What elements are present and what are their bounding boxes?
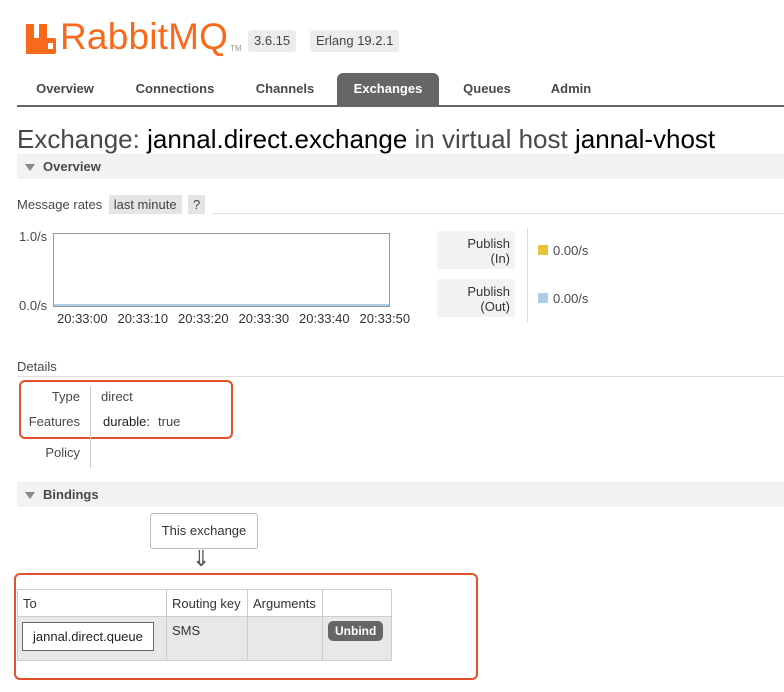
legend-publish-out-button[interactable]: Publish (Out) [437,279,515,317]
divider [213,213,784,214]
overview-section-label: Overview [43,159,101,174]
chart-xtick-label: 20:33:50 [359,311,411,326]
detail-type-value: direct [101,389,133,404]
logo-wordmark: RabbitMQ [60,16,229,57]
tab-connections[interactable]: Connections [121,73,229,105]
legend-swatch-out [538,293,548,303]
column-header-actions [322,589,392,617]
bindings-section-header[interactable]: Bindings [17,482,784,507]
detail-features-label: Features [28,414,80,429]
tab-overview[interactable]: Overview [17,73,113,105]
logo-trademark: TM [230,44,242,53]
detail-features-value: true [158,414,181,429]
queue-link[interactable]: jannal.direct.queue [22,622,154,651]
unbind-button[interactable]: Unbind [328,621,384,641]
routing-key-cell: SMS [166,616,248,661]
chart-ytick-top: 1.0/s [19,229,48,244]
rate-range-selector[interactable]: last minute [108,195,182,214]
details-column-divider [90,386,91,468]
tab-admin[interactable]: Admin [535,73,607,105]
legend-publish-in-line1: Publish [467,236,510,251]
title-prefix: Exchange: [17,124,140,154]
chart-xtick-label: 20:33:40 [299,311,350,326]
down-arrow-icon: ⇓ [192,546,211,571]
chart-xtick-label: 20:33:30 [238,311,290,326]
binding-destination-cell: jannal.direct.queue [17,616,167,661]
chart-xtick-label: 20:33:00 [57,311,108,326]
erlang-version-badge: Erlang 19.2.1 [310,30,400,52]
detail-features-key: durable: [103,414,150,429]
rabbitmq-logo[interactable]: RabbitMQ TM [26,14,242,57]
legend-value-in: 0.00/s [553,243,589,258]
actions-cell: Unbind [322,616,392,661]
divider [17,376,784,377]
bindings-section-label: Bindings [43,487,99,502]
title-middle: in virtual host [414,124,568,154]
table-header-row: To Routing key Arguments [17,589,392,617]
chart-xtick-label: 20:33:10 [117,311,169,326]
collapse-triangle-icon [25,164,35,172]
main-nav: Overview Connections Channels Exchanges … [17,73,784,107]
legend-value-out: 0.00/s [553,291,589,306]
tab-queues[interactable]: Queues [447,73,527,105]
column-header-arguments: Arguments [247,589,323,617]
message-rates-bar: Message rates last minute ? [17,195,206,214]
legend-publish-in-line2: (In) [490,251,511,266]
rabbitmq-logo-icon [26,24,56,54]
table-row: jannal.direct.queue SMS Unbind [17,616,392,661]
bindings-table: To Routing key Arguments jannal.direct.q… [17,589,392,661]
exchange-name: jannal.direct.exchange [147,124,408,154]
chart-xtick-label: 20:33:20 [178,311,229,326]
page-title: Exchange: jannal.direct.exchange in virt… [17,124,715,155]
chart-x-axis: 20:33:00 20:33:10 20:33:20 20:33:30 20:33:40… [57,311,417,327]
legend-divider [527,228,528,323]
legend-publish-in-button[interactable]: Publish (In) [437,231,515,269]
chart-series-line [54,304,389,306]
arguments-cell [247,616,323,661]
details-label: Details [17,359,57,374]
collapse-triangle-icon [25,492,35,500]
tab-channels[interactable]: Channels [239,73,331,105]
detail-policy-label: Policy [45,445,80,460]
column-header-routing-key: Routing key [166,589,248,617]
message-rates-label: Message rates [17,197,103,212]
help-button[interactable]: ? [188,195,206,214]
vhost-name: jannal-vhost [574,124,716,154]
message-rates-chart [53,233,390,307]
overview-section-header[interactable]: Overview [17,154,784,179]
chart-ytick-bottom: 0.0/s [19,298,48,313]
tab-exchanges[interactable]: Exchanges [337,73,439,105]
this-exchange-box: This exchange [150,513,258,549]
detail-type-label: Type [51,389,80,404]
legend-publish-out-line1: Publish [467,284,510,299]
column-header-to: To [17,589,167,617]
version-badge: 3.6.15 [248,30,297,52]
legend-swatch-in [538,245,548,255]
legend-publish-out-line2: (Out) [480,299,510,314]
